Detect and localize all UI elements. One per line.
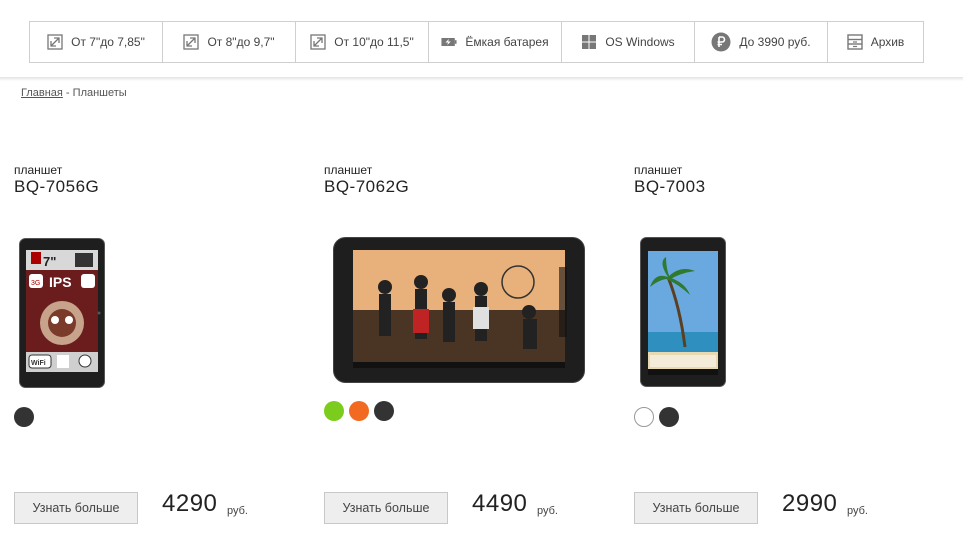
filter-label: До 3990 руб. xyxy=(739,35,811,49)
product-image[interactable] xyxy=(333,237,585,388)
color-swatches xyxy=(14,407,34,427)
resize-arrow-icon xyxy=(47,34,63,50)
product-price: 4290 xyxy=(162,490,218,517)
product-model[interactable]: BQ-7003 xyxy=(634,177,934,197)
color-swatches xyxy=(324,401,394,421)
filter-label: Ёмкая батарея xyxy=(465,35,549,49)
filter-label: От 8"до 9,7" xyxy=(207,35,275,49)
display-type-text: IPS xyxy=(49,274,72,290)
header-divider xyxy=(0,77,963,81)
product-card: планшет BQ-7003 Узнать больше 2990 руб. xyxy=(634,163,934,543)
filter-label: Архив xyxy=(870,35,905,49)
archive-icon xyxy=(846,34,863,50)
filter-label: OS Windows xyxy=(605,35,675,49)
product-image[interactable]: 7" 3G IPS WiFi xyxy=(19,238,105,393)
filter-size-10[interactable]: От 10"до 11,5" xyxy=(296,22,429,62)
product-price: 2990 xyxy=(782,490,838,517)
product-kind: планшет xyxy=(14,163,63,177)
color-swatch-white[interactable] xyxy=(634,407,654,427)
learn-more-button[interactable]: Узнать больше xyxy=(14,492,138,524)
color-swatch-dark[interactable] xyxy=(374,401,394,421)
color-swatch-dark[interactable] xyxy=(659,407,679,427)
price-currency: руб. xyxy=(227,505,248,517)
learn-more-button[interactable]: Узнать больше xyxy=(634,492,758,524)
filter-bar: От 7"до 7,85" От 8"до 9,7" От 10"до 11,5… xyxy=(29,21,924,63)
product-image[interactable] xyxy=(640,237,726,392)
price-currency: руб. xyxy=(537,505,558,517)
screen-size-text: 7" xyxy=(43,254,56,269)
resize-arrow-icon xyxy=(310,34,326,50)
filter-size-7[interactable]: От 7"до 7,85" xyxy=(30,22,163,62)
price-currency: руб. xyxy=(847,505,868,517)
filter-label: От 7"до 7,85" xyxy=(71,35,145,49)
product-model[interactable]: BQ-7062G xyxy=(324,177,624,197)
filter-label: От 10"до 11,5" xyxy=(334,35,414,49)
resize-arrow-icon xyxy=(183,34,200,50)
product-card: планшет BQ-7056G 7" 3G IPS WiFi Узнать б… xyxy=(14,163,314,543)
color-swatch-green[interactable] xyxy=(324,401,344,421)
breadcrumb-current: Планшеты xyxy=(72,87,127,99)
learn-more-button[interactable]: Узнать больше xyxy=(324,492,448,524)
network-text: 3G xyxy=(31,280,40,287)
product-kind: планшет xyxy=(634,163,683,177)
product-model[interactable]: BQ-7056G xyxy=(14,177,314,197)
windows-icon xyxy=(581,34,597,50)
filter-price[interactable]: До 3990 руб. xyxy=(695,22,828,62)
ruble-icon xyxy=(711,32,731,52)
breadcrumb-home-link[interactable]: Главная xyxy=(21,87,63,99)
filter-archive[interactable]: Архив xyxy=(828,22,923,62)
battery-icon xyxy=(441,34,457,50)
filter-size-8[interactable]: От 8"до 9,7" xyxy=(163,22,296,62)
wifi-text: WiFi xyxy=(31,360,46,367)
breadcrumb: Главная - Планшеты xyxy=(21,87,127,99)
filter-windows[interactable]: OS Windows xyxy=(562,22,695,62)
product-kind: планшет xyxy=(324,163,373,177)
product-price: 4490 xyxy=(472,490,528,517)
color-swatches xyxy=(634,407,679,427)
color-swatch-dark[interactable] xyxy=(14,407,34,427)
breadcrumb-separator: - xyxy=(62,87,73,99)
color-swatch-orange[interactable] xyxy=(349,401,369,421)
filter-battery[interactable]: Ёмкая батарея xyxy=(429,22,562,62)
product-card: планшет BQ-7062G Узнать больше 4490 руб. xyxy=(324,163,624,543)
